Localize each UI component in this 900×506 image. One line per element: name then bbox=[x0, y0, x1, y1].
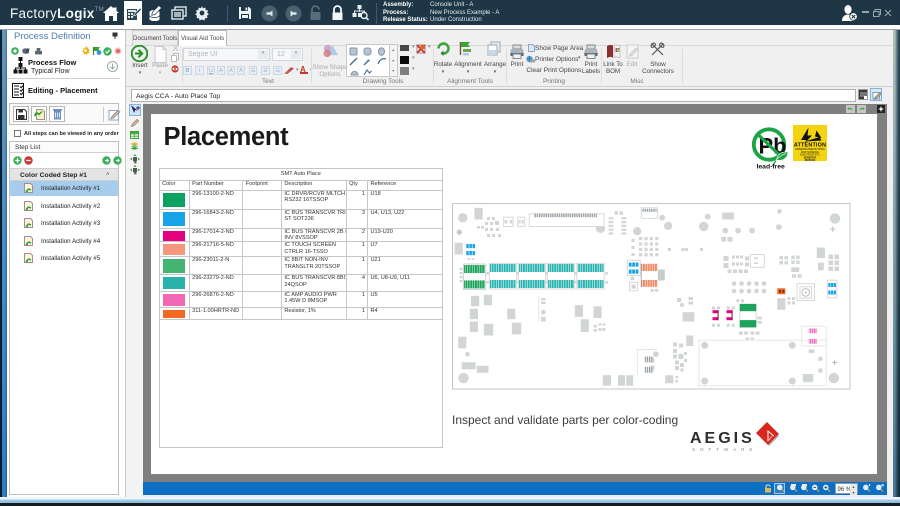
svg-text:lead-free: lead-free bbox=[757, 164, 786, 170]
svg-text:DEVICES: DEVICES bbox=[805, 159, 816, 161]
